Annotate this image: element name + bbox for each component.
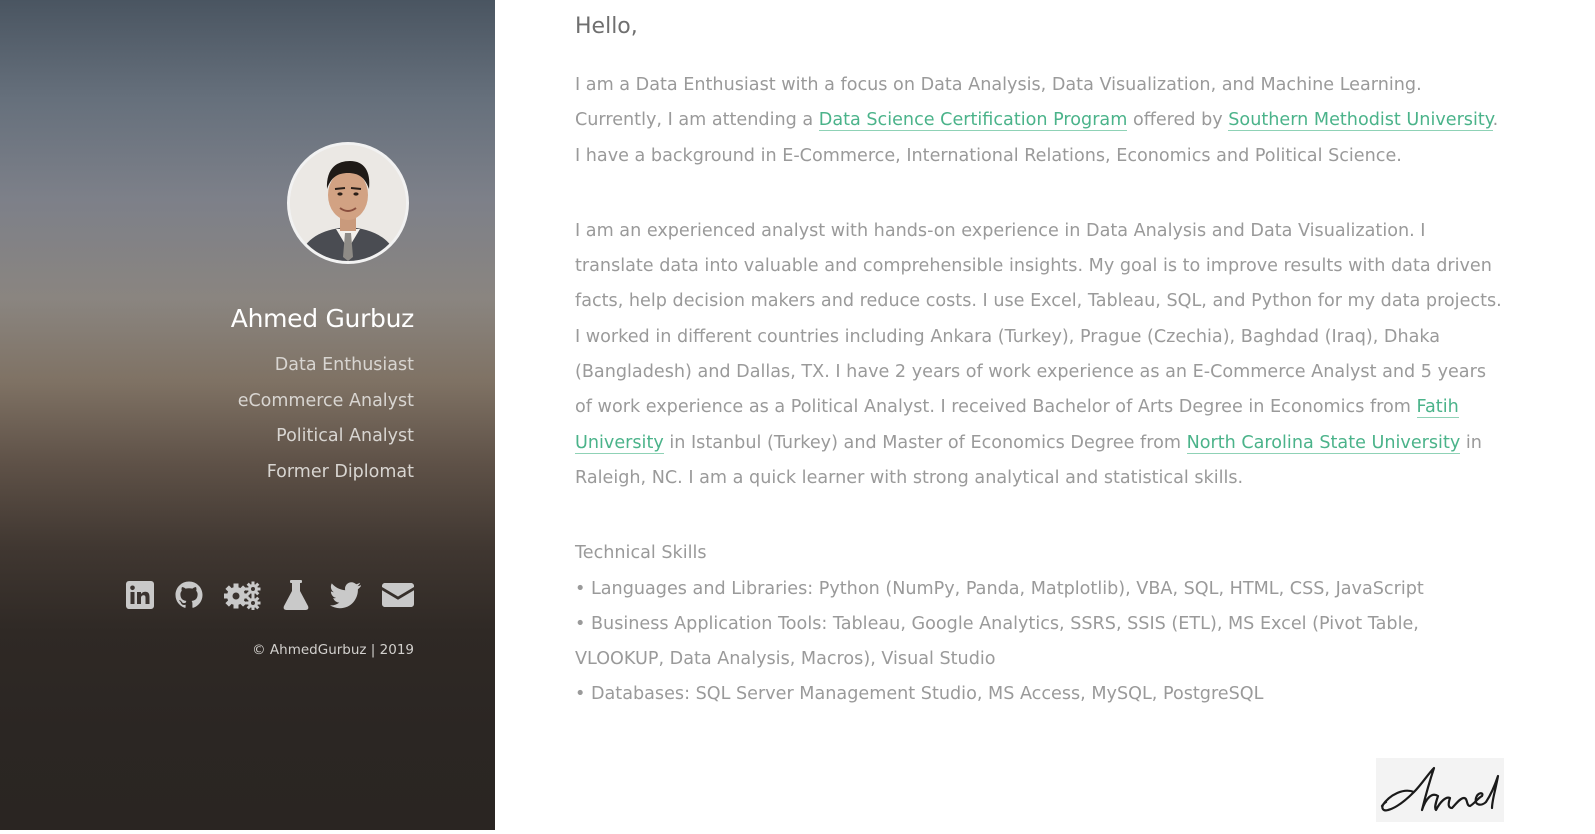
flask-icon[interactable] — [282, 578, 310, 612]
signature-image — [1376, 758, 1504, 822]
data-science-program-link[interactable]: Data Science Certification Program — [818, 110, 1128, 132]
role-item: Former Diplomat — [266, 461, 414, 482]
page: Ahmed Gurbuz Data Enthusiast eCommerce A… — [0, 0, 1595, 834]
linkedin-icon[interactable] — [126, 578, 154, 612]
experience-text-part: in Istanbul (Turkey) and Master of Econo… — [663, 432, 1187, 453]
intro-line: Currently, I am attending a Data Science… — [575, 103, 1505, 174]
skills-heading: Technical Skills — [575, 543, 707, 564]
experience-paragraph: I am an experienced analyst with hands-o… — [575, 214, 1505, 496]
intro-paragraph: I am a Data Enthusiast with a focus on D… — [575, 68, 1505, 174]
main-content: Hello, I am a Data Enthusiast with a foc… — [575, 10, 1505, 713]
intro-text: Currently, I am attending a — [575, 110, 819, 131]
twitter-icon[interactable] — [330, 578, 362, 612]
experience-text-part: I am an experienced analyst with hands-o… — [575, 220, 1502, 418]
smu-link[interactable]: Southern Methodist University — [1228, 110, 1493, 132]
intro-text: offered by — [1127, 110, 1229, 131]
sidebar: Ahmed Gurbuz Data Enthusiast eCommerce A… — [0, 0, 495, 830]
role-item: Data Enthusiast — [274, 355, 414, 375]
ncsu-link[interactable]: North Carolina State University — [1186, 432, 1461, 454]
role-list: Data Enthusiast eCommerce Analyst Politi… — [238, 348, 414, 490]
gears-icon[interactable] — [224, 578, 262, 612]
role-item: eCommerce Analyst — [237, 390, 414, 411]
envelope-icon[interactable] — [382, 578, 414, 612]
avatar — [287, 142, 409, 264]
profile-name: Ahmed Gurbuz — [230, 304, 415, 333]
skill-item: • Business Application Tools: Tableau, G… — [575, 613, 1419, 670]
social-links — [126, 578, 414, 612]
greeting-heading: Hello, — [575, 14, 638, 39]
copyright-text: © AhmedGurbuz | 2019 — [252, 642, 414, 658]
intro-line: I am a Data Enthusiast with a focus on D… — [575, 75, 1422, 95]
role-item: Political Analyst — [276, 426, 414, 446]
skill-item: • Languages and Libraries: Python (NumPy… — [575, 578, 1424, 599]
experience-text: I am an experienced analyst with hands-o… — [575, 214, 1505, 496]
skill-item: • Databases: SQL Server Management Studi… — [575, 684, 1264, 705]
github-icon[interactable] — [174, 578, 204, 612]
technical-skills: Technical Skills • Languages and Librari… — [575, 536, 1505, 712]
